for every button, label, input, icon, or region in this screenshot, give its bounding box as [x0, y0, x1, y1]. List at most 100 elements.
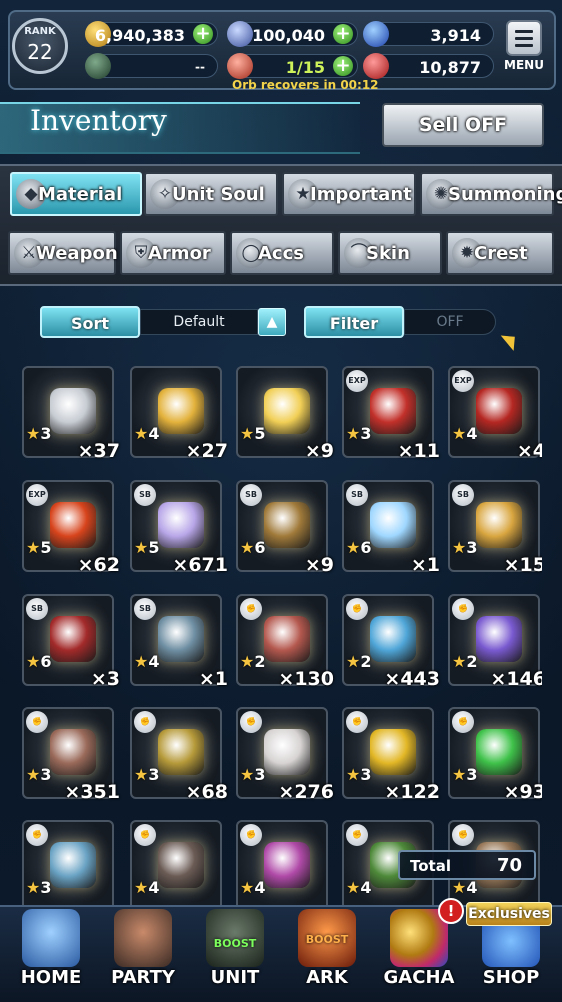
tab-armor[interactable]: ⛨ Armor — [120, 231, 226, 275]
nav-label: GACHA — [383, 967, 455, 988]
item-rarity-value: 4 — [254, 878, 266, 897]
item-quantity: ×68 — [185, 781, 228, 803]
tab-summoning[interactable]: ✺ Summoning — [420, 172, 562, 216]
tab-material[interactable]: ◆ Material — [10, 172, 142, 216]
item-rarity-value: 4 — [148, 878, 160, 897]
sell-off-label: Sell OFF — [418, 114, 508, 136]
tab-weapon[interactable]: ⚔ Weapon — [8, 231, 118, 275]
lapis-value: 100,040 — [252, 26, 325, 45]
nav-party[interactable]: PARTY — [100, 907, 186, 1002]
add-gil-button[interactable]: + — [193, 24, 213, 44]
triangle-up-icon[interactable]: ▲ — [258, 308, 286, 336]
item-quantity: ×62 — [77, 554, 120, 576]
blue-potion-icon — [370, 616, 416, 662]
item-quantity: ×37 — [77, 440, 120, 462]
orb-bag-icon — [227, 53, 253, 79]
nav-label: PARTY — [111, 967, 175, 988]
filter-control: Filter OFF — [304, 306, 496, 340]
hamburger-menu-icon — [506, 20, 542, 56]
item-tag-icon: ✊ — [134, 711, 156, 733]
clock-scroll-icon — [158, 616, 204, 662]
exclusives-badge[interactable]: Exclusives — [466, 902, 552, 926]
item-tile[interactable]: ✊ ★4 — [236, 820, 328, 911]
add-orbs-button[interactable]: + — [333, 56, 353, 76]
nav-label: HOME — [20, 967, 82, 988]
item-quantity: ×671 — [172, 554, 228, 576]
tab-important[interactable]: ★ Important — [282, 172, 416, 216]
gil-value: 6,940,383 — [94, 26, 185, 45]
item-quantity: ×122 — [384, 781, 440, 803]
red-orb-icon — [363, 53, 389, 79]
nav-label: UNIT — [210, 967, 260, 988]
item-rarity: ★4 — [452, 878, 478, 897]
gold-pile-icon — [264, 388, 310, 434]
filter-button[interactable]: Filter — [304, 306, 404, 338]
filter-value[interactable]: OFF — [404, 309, 496, 335]
item-rarity-value: 4 — [466, 878, 478, 897]
menu-label: MENU — [504, 58, 544, 72]
blue-orb-value: 3,914 — [430, 26, 481, 45]
purple-crystal-icon — [476, 616, 522, 662]
tab-accs[interactable]: ◯ Accs — [230, 231, 334, 275]
lapis-crystal-icon — [227, 21, 253, 47]
silver-ingot-icon — [50, 388, 96, 434]
nav-unit[interactable]: BOOST UNIT — [192, 907, 278, 1002]
sort-button[interactable]: Sort — [40, 306, 140, 338]
item-tag-icon: SB — [346, 484, 368, 506]
item-quantity: ×3 — [90, 668, 120, 690]
tab-crest[interactable]: ✹ Crest — [446, 231, 554, 275]
item-tag-icon: SB — [452, 484, 474, 506]
lamp-icon — [264, 502, 310, 548]
item-quantity: ×1 — [410, 554, 440, 576]
item-rarity-value: 4 — [360, 878, 372, 897]
item-grid: ★3 ×37 ★4 ×27 ★5 ×9 EXP ★3 ×11 EXP ★4 ×4 EXP ★5 ×62 SB ★… — [22, 366, 542, 911]
party-icon — [114, 909, 172, 967]
item-quantity: ×351 — [64, 781, 120, 803]
sell-off-button[interactable]: Sell OFF — [382, 103, 544, 147]
nav-home[interactable]: HOME — [8, 907, 94, 1002]
tab-skin[interactable]: ⌒ Skin — [338, 231, 442, 275]
lapis-counter: 100,040 + — [227, 21, 358, 47]
unit-boost-badge: BOOST — [213, 937, 257, 950]
item-rarity: ★4 — [346, 878, 372, 897]
item-tile[interactable]: ✊ ★3 — [22, 820, 114, 911]
red-orb-counter: 10,877 — [363, 53, 494, 79]
sort-value[interactable]: Default — [140, 309, 258, 335]
filter-label: Filter — [329, 314, 379, 333]
item-quantity: ×1 — [198, 668, 228, 690]
item-tag-icon: ✊ — [452, 824, 474, 846]
item-quantity: ×276 — [278, 781, 334, 803]
compass-icon — [85, 53, 111, 79]
nav-ark[interactable]: BOOST ARK — [284, 907, 370, 1002]
item-quantity: ×130 — [278, 668, 334, 690]
item-tag-icon: ✊ — [346, 598, 368, 620]
item-quantity: ×146 — [490, 668, 542, 690]
tab-label: Crest — [474, 243, 528, 264]
item-rarity-value: 3 — [40, 878, 52, 897]
item-tag-icon: ✊ — [26, 711, 48, 733]
total-count: Total 70 — [398, 850, 536, 880]
item-tag-icon: ✊ — [134, 824, 156, 846]
crystal-icon — [370, 502, 416, 548]
item-quantity: ×93 — [503, 781, 542, 803]
sort-label: Sort — [70, 314, 110, 333]
item-quantity: ×4 — [516, 440, 542, 462]
red-potion-icon — [370, 388, 416, 434]
tab-label: Accs — [258, 243, 304, 264]
horn-icon — [50, 729, 96, 775]
menu-button[interactable]: MENU — [502, 20, 546, 80]
red-orb-value: 10,877 — [419, 58, 481, 77]
ticket-icon — [476, 502, 522, 548]
add-lapis-button[interactable]: + — [333, 24, 353, 44]
item-tag-icon: EXP — [346, 370, 368, 392]
item-quantity: ×11 — [397, 440, 440, 462]
tab-unit-soul[interactable]: ✧ Unit Soul — [144, 172, 278, 216]
item-quantity: ×27 — [185, 440, 228, 462]
item-tag-icon: SB — [134, 598, 156, 620]
item-quantity: ×15 — [503, 554, 542, 576]
item-tile[interactable]: ✊ ★4 — [130, 820, 222, 911]
tab-label: Skin — [366, 243, 410, 264]
fire-vase-icon — [50, 502, 96, 548]
orb-count-value: 1/15 — [285, 58, 325, 77]
item-quantity: ×443 — [384, 668, 440, 690]
